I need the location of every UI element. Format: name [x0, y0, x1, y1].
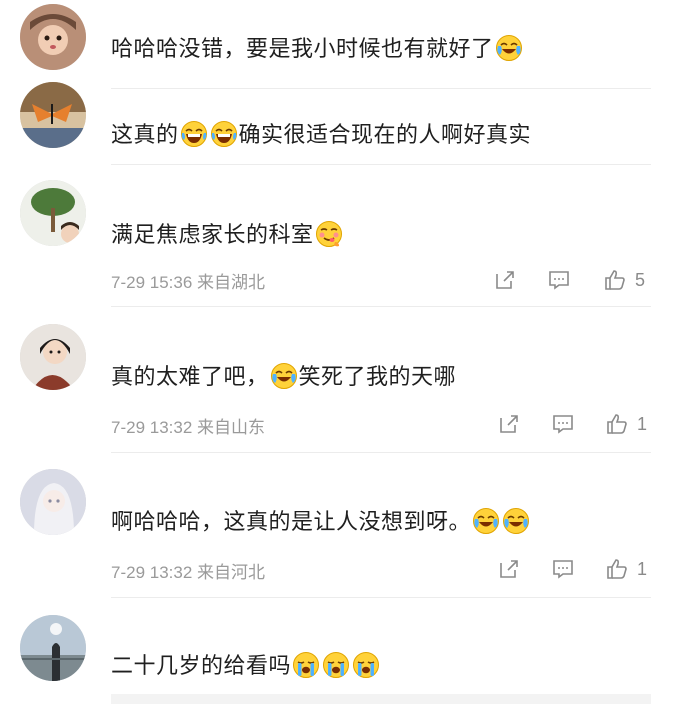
- comment-text-start: 真的太难了吧，: [111, 365, 269, 390]
- comment-item: 哈哈哈没错，要是我小时候也有就好了: [0, 0, 681, 80]
- comment-icon: [551, 412, 575, 436]
- divider: [111, 597, 651, 598]
- comment-item: 满足焦虑家长的科室 7-29 15:36 来自湖北 5: [0, 170, 681, 310]
- comment-item: 啊哈哈哈，这真的是让人没想到呀。 7-29 13:32 来自河北 1: [0, 455, 681, 595]
- comment-text: 啊哈哈哈，这真的是让人没想到呀。: [111, 507, 531, 538]
- comment-actions: 1: [491, 410, 651, 438]
- comment-item: 这真的 确实很适合现在的人啊好真实: [0, 80, 681, 170]
- comment-actions: 5: [491, 266, 651, 294]
- sob-emoji: [352, 651, 380, 679]
- comment-meta: 7-29 13:32 来自河北: [111, 563, 266, 582]
- comment-item: 真的太难了吧， 笑死了我的天哪 7-29 13:32 来自山东 1: [0, 310, 681, 450]
- comment-text: 哈哈哈没错，要是我小时候也有就好了: [111, 34, 524, 65]
- share-button[interactable]: [497, 555, 521, 583]
- thumbs-up-icon: [605, 412, 629, 436]
- laugh-cry-emoji: [270, 362, 298, 390]
- comment-item: 二十几岁的给看吗: [0, 600, 681, 704]
- divider: [111, 164, 651, 165]
- share-button[interactable]: [497, 410, 521, 438]
- comment-text-end: 确实很适合现在的人啊好真实: [238, 123, 532, 148]
- like-count: 1: [637, 558, 648, 579]
- comment-text: 这真的 确实很适合现在的人啊好真实: [111, 120, 531, 151]
- share-icon: [493, 268, 517, 292]
- sob-emoji: [292, 651, 320, 679]
- comment-icon: [551, 557, 575, 581]
- share-icon: [497, 412, 521, 436]
- divider: [111, 306, 651, 307]
- comment-text-end: 笑死了我的天哪: [298, 365, 457, 390]
- avatar[interactable]: [20, 82, 86, 148]
- laugh-cry-emoji: [495, 34, 523, 62]
- avatar[interactable]: [20, 324, 86, 390]
- comment-text-body: 满足焦虑家长的科室: [111, 223, 314, 248]
- share-icon: [497, 557, 521, 581]
- thumbs-up-icon: [603, 268, 627, 292]
- comment-text: 真的太难了吧， 笑死了我的天哪: [111, 362, 456, 393]
- avatar[interactable]: [20, 615, 86, 681]
- comment-actions: 1: [491, 555, 651, 583]
- thumbs-up-icon: [605, 557, 629, 581]
- laugh-cry-emoji: [472, 507, 500, 535]
- avatar[interactable]: [20, 4, 86, 70]
- comment-text: 满足焦虑家长的科室: [111, 220, 344, 251]
- comment-icon: [547, 268, 571, 292]
- comment-text-body: 二十几岁的给看吗: [111, 654, 292, 679]
- like-count: 5: [635, 269, 646, 290]
- like-count: 1: [637, 413, 648, 434]
- more-replies-bar[interactable]: [111, 694, 651, 704]
- comment-meta: 7-29 15:36 来自湖北: [111, 273, 266, 292]
- share-button[interactable]: [493, 266, 517, 294]
- sob-emoji: [322, 651, 350, 679]
- avatar[interactable]: [20, 469, 86, 535]
- comment-button[interactable]: [551, 555, 575, 583]
- comment-text-start: 这真的: [111, 123, 179, 148]
- yum-emoji: [315, 220, 343, 248]
- grin-emoji: [210, 120, 238, 148]
- grin-emoji: [180, 120, 208, 148]
- comment-text-body: 啊哈哈哈，这真的是让人没想到呀。: [111, 510, 472, 535]
- like-button[interactable]: 1: [605, 410, 647, 438]
- comment-button[interactable]: [551, 410, 575, 438]
- like-button[interactable]: 1: [605, 555, 647, 583]
- comment-text: 二十几岁的给看吗: [111, 651, 381, 682]
- comment-text-body: 哈哈哈没错，要是我小时候也有就好了: [111, 37, 494, 62]
- comment-meta: 7-29 13:32 来自山东: [111, 418, 266, 437]
- avatar[interactable]: [20, 180, 86, 246]
- divider: [111, 452, 651, 453]
- like-button[interactable]: 5: [603, 266, 645, 294]
- laugh-cry-emoji: [502, 507, 530, 535]
- comment-button[interactable]: [547, 266, 571, 294]
